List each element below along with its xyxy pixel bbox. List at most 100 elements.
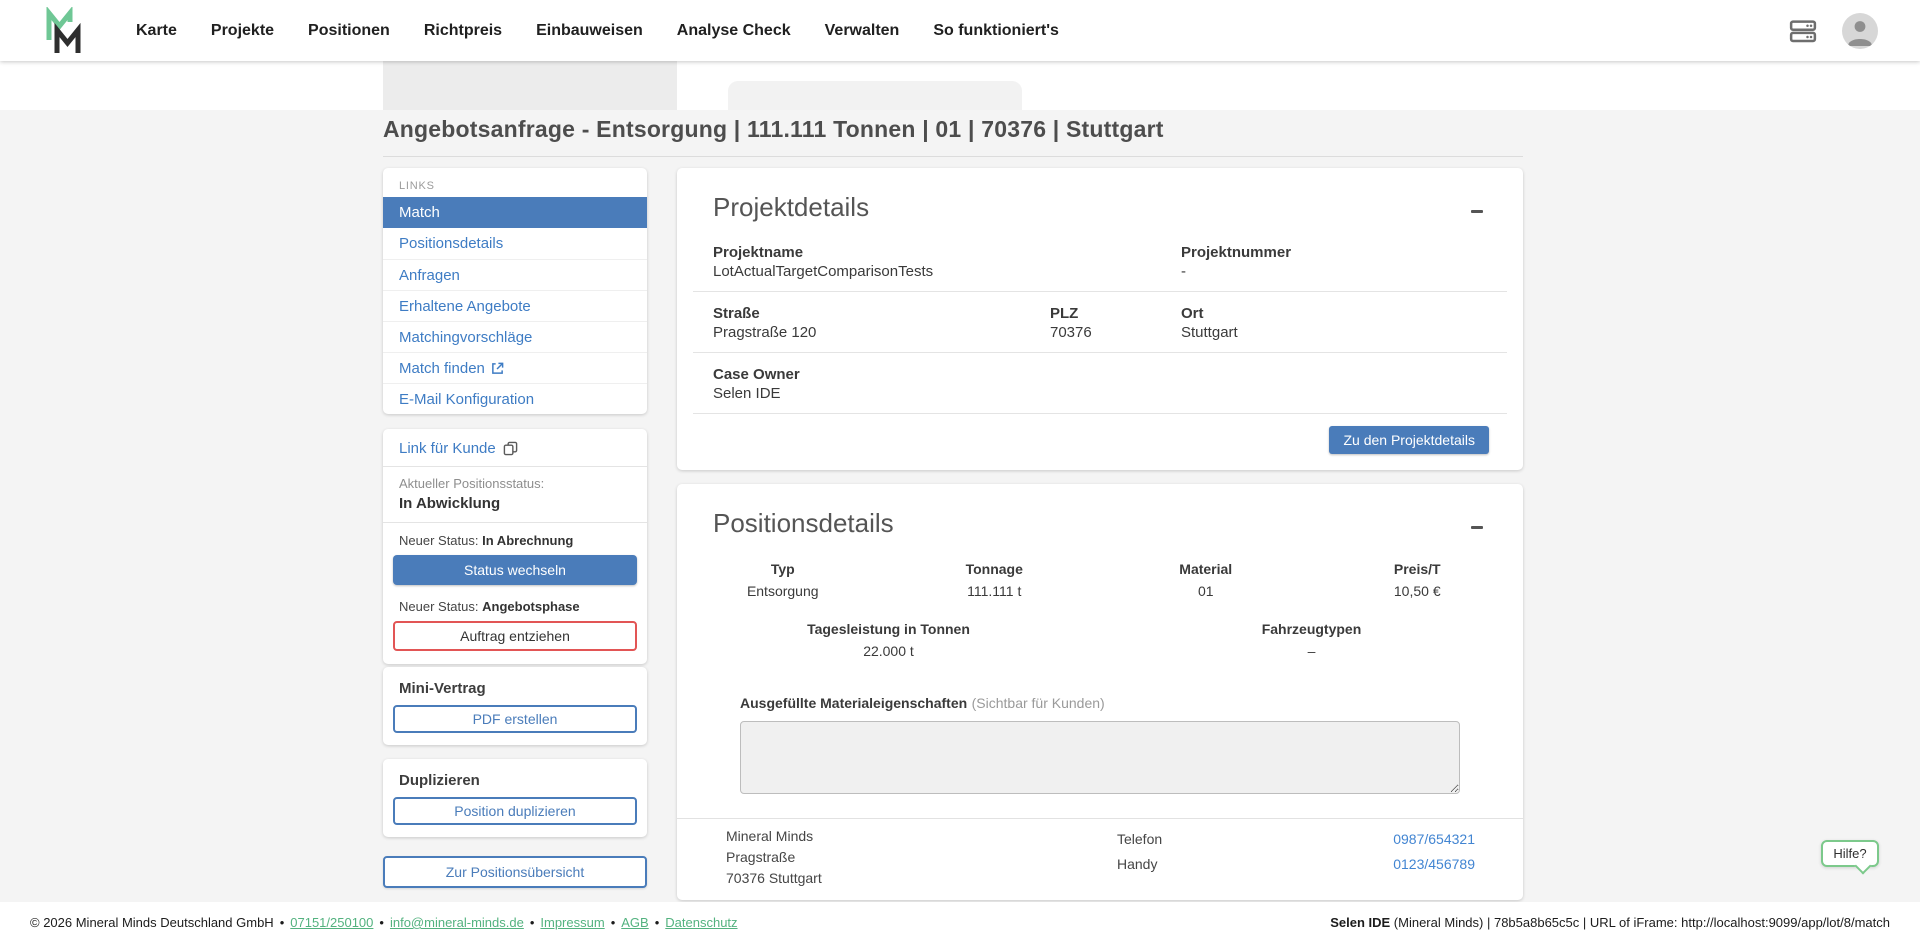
app-screen: Karte Projekte Positionen Richtpreis Ein… <box>0 0 1920 943</box>
project-field-row: Case Owner Selen IDE <box>677 353 1523 413</box>
projektdetails-title: Projektdetails <box>713 192 869 223</box>
mini-vertrag-title: Mini-Vertrag <box>383 667 647 697</box>
current-status-block: Aktueller Positionsstatus: In Abwicklung <box>383 467 647 522</box>
sidebar-item-positionsdetails[interactable]: Positionsdetails <box>383 228 647 259</box>
customer-link[interactable]: Link für Kunde <box>399 440 496 457</box>
case-owner-value: Selen IDE <box>713 385 1487 403</box>
scroll-remnant-strip <box>0 61 1920 110</box>
contact-section: Mineral Minds Pragstraße 70376 Stuttgart… <box>677 819 1523 889</box>
footer-user: Selen IDE <box>1330 915 1390 930</box>
footer: © 2026 Mineral Minds Deutschland GmbH • … <box>0 902 1920 943</box>
mineral-minds-logo-icon[interactable] <box>44 7 88 60</box>
contact-company: Mineral Minds <box>726 826 1475 847</box>
footer-email-link[interactable]: info@mineral-minds.de <box>390 915 524 930</box>
projektname-value: LotActualTargetComparisonTests <box>713 263 1181 281</box>
footer-separator: • <box>379 915 384 930</box>
auftrag-entziehen-button[interactable]: Auftrag entziehen <box>393 621 637 651</box>
zur-positionsuebersicht-button[interactable]: Zur Positionsübersicht <box>383 856 647 888</box>
current-status-value: In Abwicklung <box>399 495 631 512</box>
contact-city: 70376 Stuttgart <box>726 868 1475 889</box>
projektnummer-label: Projektnummer <box>1181 244 1487 261</box>
plz-label: PLZ <box>1050 305 1181 322</box>
nav-item-so-funktionierts[interactable]: So funktioniert's <box>933 22 1059 40</box>
next-status-line: Neuer Status: Angebotsphase <box>383 585 647 614</box>
sidebar-links-card: LINKS Match Positionsdetails Anfragen Er… <box>383 168 647 414</box>
scroll-remnant-block <box>728 81 1022 110</box>
nav-item-richtpreis[interactable]: Richtpreis <box>424 22 502 40</box>
nav-item-einbauweisen[interactable]: Einbauweisen <box>536 22 643 40</box>
stat-tonnage: Tonnage 111.111 t <box>889 561 1101 599</box>
stat-preis: Preis/T 10,50 € <box>1312 561 1524 599</box>
footer-impressum-link[interactable]: Impressum <box>540 915 604 930</box>
collapse-icon[interactable] <box>1471 204 1485 218</box>
next-status-line: Neuer Status: In Abrechnung <box>383 523 647 548</box>
material-properties-textarea[interactable] <box>740 721 1460 794</box>
phone-link[interactable]: 0987/654321 <box>1393 831 1475 847</box>
scroll-remnant-block <box>383 61 677 110</box>
pdf-erstellen-button[interactable]: PDF erstellen <box>393 705 637 733</box>
nav-item-analyse-check[interactable]: Analyse Check <box>677 22 791 40</box>
positionsdetails-card: Positionsdetails Typ Entsorgung Tonnage … <box>677 484 1523 900</box>
material-properties-label: Ausgefüllte Materialeigenschaften <box>740 695 967 711</box>
projektdetails-header: Projektdetails <box>677 168 1523 231</box>
stat-tagesleistung: Tagesleistung in Tonnen 22.000 t <box>677 621 1100 659</box>
footer-left: © 2026 Mineral Minds Deutschland GmbH • … <box>30 915 738 930</box>
sidebar-item-anfragen[interactable]: Anfragen <box>383 259 647 290</box>
mobile-link[interactable]: 0123/456789 <box>1393 856 1475 872</box>
footer-session-info: Selen IDE (Mineral Minds) | 78b5a8b65c5c… <box>1330 915 1890 930</box>
footer-separator: • <box>655 915 660 930</box>
projektdetails-card: Projektdetails Projektname LotActualTarg… <box>677 168 1523 470</box>
position-duplizieren-button[interactable]: Position duplizieren <box>393 797 637 825</box>
sidebar-item-erhaltene-angebote[interactable]: Erhaltene Angebote <box>383 290 647 321</box>
duplizieren-card: Duplizieren Position duplizieren <box>383 759 647 837</box>
status-wechseln-button[interactable]: Status wechseln <box>393 555 637 585</box>
nav-menu: Karte Projekte Positionen Richtpreis Ein… <box>136 0 1059 61</box>
footer-separator: • <box>611 915 616 930</box>
customer-link-row: Link für Kunde <box>383 429 647 466</box>
sidebar-item-match-finden[interactable]: Match finden <box>383 352 647 383</box>
nav-right-actions <box>1788 0 1878 61</box>
case-owner-label: Case Owner <box>713 366 1487 383</box>
strasse-value: Pragstraße 120 <box>713 324 1050 342</box>
stat-material: Material 01 <box>1100 561 1312 599</box>
position-stats-row2: Tagesleistung in Tonnen 22.000 t Fahrzeu… <box>677 621 1523 659</box>
projektnummer-value: - <box>1181 263 1487 281</box>
footer-copyright: © 2026 Mineral Minds Deutschland GmbH <box>30 915 274 930</box>
footer-separator: • <box>530 915 535 930</box>
nav-item-positionen[interactable]: Positionen <box>308 22 390 40</box>
sidebar-item-match[interactable]: Match <box>383 197 647 228</box>
footer-agb-link[interactable]: AGB <box>621 915 648 930</box>
contact-address: Mineral Minds Pragstraße 70376 Stuttgart <box>726 826 1475 889</box>
nav-item-verwalten[interactable]: Verwalten <box>825 22 900 40</box>
sidebar-item-email-konfiguration[interactable]: E-Mail Konfiguration <box>383 383 647 414</box>
nav-item-projekte[interactable]: Projekte <box>211 22 274 40</box>
help-tooltip[interactable]: Hilfe? <box>1821 840 1879 867</box>
duplizieren-title: Duplizieren <box>383 759 647 789</box>
user-avatar-icon[interactable] <box>1842 13 1878 49</box>
positionsdetails-title: Positionsdetails <box>713 508 894 539</box>
links-header: LINKS <box>383 168 647 197</box>
projektname-label: Projektname <box>713 244 1181 261</box>
collapse-icon[interactable] <box>1471 520 1485 534</box>
zu-den-projektdetails-button[interactable]: Zu den Projektdetails <box>1329 426 1489 454</box>
sidebar-item-matchingvorschlaege[interactable]: Matchingvorschläge <box>383 321 647 352</box>
sidebar-links-list: Match Positionsdetails Anfragen Erhalten… <box>383 197 647 414</box>
plz-value: 70376 <box>1050 324 1181 342</box>
external-link-icon <box>491 362 504 375</box>
project-field-row: Straße Pragstraße 120 PLZ 70376 Ort Stut… <box>677 292 1523 352</box>
stat-typ: Typ Entsorgung <box>677 561 889 599</box>
server-icon[interactable] <box>1788 16 1818 46</box>
phone-label: Telefon <box>1117 827 1162 852</box>
position-stats-row: Typ Entsorgung Tonnage 111.111 t Materia… <box>677 561 1523 599</box>
mobile-label: Handy <box>1117 852 1162 877</box>
copy-icon[interactable] <box>503 441 518 456</box>
ort-value: Stuttgart <box>1181 324 1487 342</box>
sidebar-status-card: Link für Kunde Aktueller Positionsstatus… <box>383 429 647 664</box>
footer-datenschutz-link[interactable]: Datenschutz <box>665 915 737 930</box>
ort-label: Ort <box>1181 305 1487 322</box>
mini-vertrag-card: Mini-Vertrag PDF erstellen <box>383 667 647 745</box>
nav-item-karte[interactable]: Karte <box>136 22 177 40</box>
footer-phone-link[interactable]: 07151/250100 <box>290 915 373 930</box>
material-properties-section: Ausgefüllte Materialeigenschaften (Sicht… <box>740 695 1460 794</box>
contact-street: Pragstraße <box>726 847 1475 868</box>
